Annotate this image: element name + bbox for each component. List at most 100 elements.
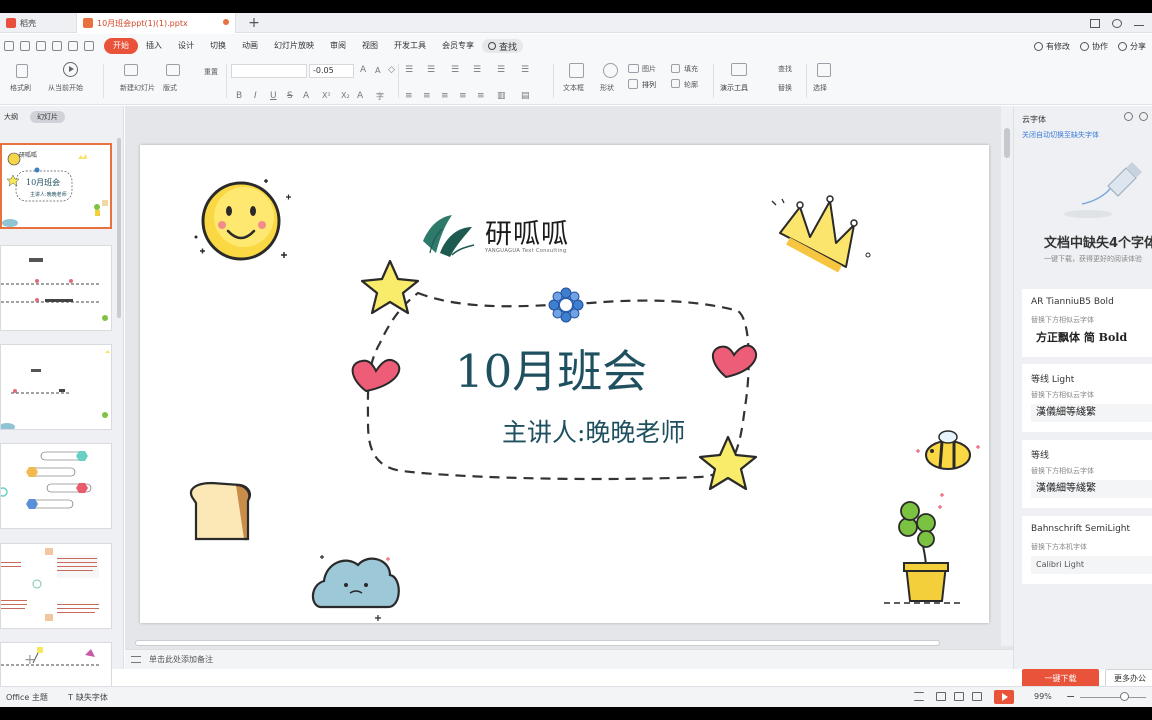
font-card[interactable]: AR TianniuB5 Bold 替换下方相似云字体 方正飘体 简 Bold bbox=[1022, 289, 1152, 357]
arrange-icon[interactable] bbox=[628, 79, 638, 89]
shape-button[interactable]: 形状 bbox=[600, 83, 614, 93]
preview-icon[interactable] bbox=[52, 41, 62, 51]
play-from-current-icon[interactable] bbox=[63, 62, 78, 77]
direction-icon[interactable]: ☰ bbox=[521, 65, 529, 75]
missing-font-indicator[interactable]: T 缺失字体 bbox=[68, 692, 108, 703]
align-center-icon[interactable]: ≡ bbox=[423, 91, 431, 101]
superscript-button[interactable]: X² bbox=[322, 91, 331, 100]
comment-icon[interactable] bbox=[1124, 112, 1133, 121]
menu-home[interactable]: 开始 bbox=[104, 38, 138, 54]
tab-slides[interactable]: 幻灯片 bbox=[30, 111, 65, 123]
subscript-button[interactable]: X₂ bbox=[341, 91, 350, 100]
new-slide-icon[interactable] bbox=[124, 64, 138, 76]
save-icon[interactable] bbox=[20, 41, 30, 51]
tab-document[interactable]: 10月班会ppt(1)(1).pptx bbox=[76, 13, 236, 33]
font-card[interactable]: 等线 Light 替换下方相似云字体 漢儀細等綫繁 bbox=[1022, 364, 1152, 432]
slide-thumbnail-2[interactable] bbox=[0, 245, 112, 331]
tab-outline[interactable]: 大纲 bbox=[0, 111, 22, 123]
menu-transitions[interactable]: 切换 bbox=[202, 38, 234, 54]
layout-button[interactable]: 版式 bbox=[163, 83, 177, 93]
new-slide-button[interactable]: 新建幻灯片 bbox=[120, 83, 155, 93]
textbox-icon[interactable] bbox=[569, 63, 584, 78]
font-card[interactable]: 等线 替换下方相似云字体 漢儀細等綫繁 bbox=[1022, 440, 1152, 508]
menu-animation[interactable]: 动画 bbox=[234, 38, 266, 54]
theme-label[interactable]: Office 主题 bbox=[6, 692, 48, 703]
format-painter-icon[interactable] bbox=[16, 64, 28, 78]
indent-icon[interactable]: ☰ bbox=[451, 65, 459, 75]
menu-slideshow[interactable]: 幻灯片放映 bbox=[266, 38, 322, 54]
menu-view[interactable]: 视图 bbox=[354, 38, 386, 54]
menu-insert[interactable]: 插入 bbox=[138, 38, 170, 54]
menu-developer[interactable]: 开发工具 bbox=[386, 38, 434, 54]
find-button[interactable]: 查找 bbox=[778, 64, 792, 74]
disable-auto-switch-link[interactable]: 关闭自动切换至缺失字体 bbox=[1022, 130, 1099, 140]
undo-icon[interactable] bbox=[68, 41, 78, 51]
tab-close-icon[interactable] bbox=[223, 19, 229, 25]
font-card[interactable]: Bahnschrift SemiLight 替换下方本机字体 Calibri L… bbox=[1022, 516, 1152, 584]
clear-format-icon[interactable]: ◇ bbox=[388, 65, 395, 75]
text-align-icon[interactable]: ▤ bbox=[521, 91, 530, 101]
print-icon[interactable] bbox=[36, 41, 46, 51]
tab-docer[interactable]: 稻壳 bbox=[0, 13, 72, 33]
replace-button[interactable]: 替换 bbox=[778, 83, 792, 93]
align-left-icon[interactable]: ≡ bbox=[405, 91, 413, 101]
font-sample[interactable]: Calibri Light bbox=[1031, 556, 1152, 574]
presenter-tools-button[interactable]: 演示工具 bbox=[720, 83, 748, 93]
scroll-thumb[interactable] bbox=[135, 640, 940, 646]
slide-thumbnail-5[interactable] bbox=[0, 543, 112, 629]
settings-icon[interactable] bbox=[1139, 112, 1148, 121]
redo-icon[interactable] bbox=[84, 41, 94, 51]
menu-icon[interactable] bbox=[4, 41, 14, 51]
numbered-list-icon[interactable]: ☰ bbox=[427, 65, 435, 75]
from-current-button[interactable]: 从当前开始 bbox=[48, 83, 83, 93]
select-icon[interactable] bbox=[817, 63, 831, 77]
menu-review[interactable]: 审阅 bbox=[322, 38, 354, 54]
italic-button[interactable]: I bbox=[254, 91, 257, 101]
shape-icon[interactable] bbox=[603, 63, 618, 78]
align-right-icon[interactable]: ≡ bbox=[441, 91, 449, 101]
shrink-font-icon[interactable]: A bbox=[375, 66, 380, 75]
layout-icon[interactable] bbox=[166, 64, 180, 76]
thumbnail-scrollbar[interactable] bbox=[117, 138, 121, 318]
format-painter-button[interactable]: 格式刷 bbox=[10, 83, 31, 93]
editor-vertical-scrollbar[interactable] bbox=[1001, 106, 1013, 646]
image-button[interactable]: 图片 bbox=[642, 64, 656, 74]
search-box[interactable]: 查找 bbox=[482, 39, 524, 53]
bold-button[interactable]: B bbox=[236, 91, 242, 101]
bullet-list-icon[interactable]: ☰ bbox=[405, 65, 413, 75]
menu-design[interactable]: 设计 bbox=[170, 38, 202, 54]
font-sample[interactable]: 漢儀細等綫繁 bbox=[1031, 480, 1152, 498]
image-icon[interactable] bbox=[628, 64, 639, 73]
line-spacing-icon[interactable]: ☰ bbox=[497, 65, 505, 75]
text-effect-button[interactable]: A bbox=[357, 91, 363, 101]
slideshow-play-button[interactable] bbox=[994, 690, 1014, 704]
presenter-tools-icon[interactable] bbox=[731, 63, 747, 76]
textbox-button[interactable]: 文本框 bbox=[563, 83, 584, 93]
zoom-level[interactable]: 99% bbox=[1034, 692, 1052, 701]
slide-thumbnail-3[interactable] bbox=[0, 344, 112, 430]
slide-sorter-icon[interactable] bbox=[954, 692, 964, 701]
outdent-icon[interactable]: ☰ bbox=[473, 65, 481, 75]
reading-view-icon[interactable] bbox=[972, 692, 982, 701]
char-spacing-button[interactable]: 字 bbox=[376, 91, 384, 102]
reset-button[interactable]: 重置 bbox=[204, 67, 218, 77]
zoom-slider[interactable] bbox=[1080, 697, 1146, 698]
font-sample[interactable]: 方正飘体 简 Bold bbox=[1031, 329, 1152, 347]
slide-canvas[interactable]: 研呱呱 YANGUAGUA Text Consulting 10月班会 主讲人:… bbox=[140, 145, 989, 623]
columns-icon[interactable]: ▥ bbox=[497, 91, 506, 101]
collaborate-button[interactable]: 协作 bbox=[1080, 41, 1108, 52]
font-sample[interactable]: 漢儀細等綫繁 bbox=[1031, 404, 1152, 422]
normal-view-icon[interactable] bbox=[936, 692, 946, 701]
minimize-button[interactable] bbox=[1134, 20, 1144, 26]
select-button[interactable]: 选择 bbox=[813, 83, 827, 93]
font-size-field[interactable]: -0.05 bbox=[309, 64, 354, 78]
slide-thumbnail-1[interactable]: 研呱呱 10月班会 主讲人:晚晚老师 bbox=[0, 143, 112, 229]
strikethrough-button[interactable]: S bbox=[287, 91, 293, 101]
justify-icon[interactable]: ≡ bbox=[459, 91, 467, 101]
notes-pane[interactable]: 单击此处添加备注 bbox=[125, 649, 1013, 669]
fill-icon[interactable] bbox=[671, 64, 680, 73]
panel-header[interactable]: 云字体 bbox=[1022, 114, 1046, 125]
slide-thumbnail-4[interactable] bbox=[0, 443, 112, 529]
slide-title[interactable]: 10月班会 bbox=[455, 335, 647, 400]
share-button[interactable]: 分享 bbox=[1118, 41, 1146, 52]
